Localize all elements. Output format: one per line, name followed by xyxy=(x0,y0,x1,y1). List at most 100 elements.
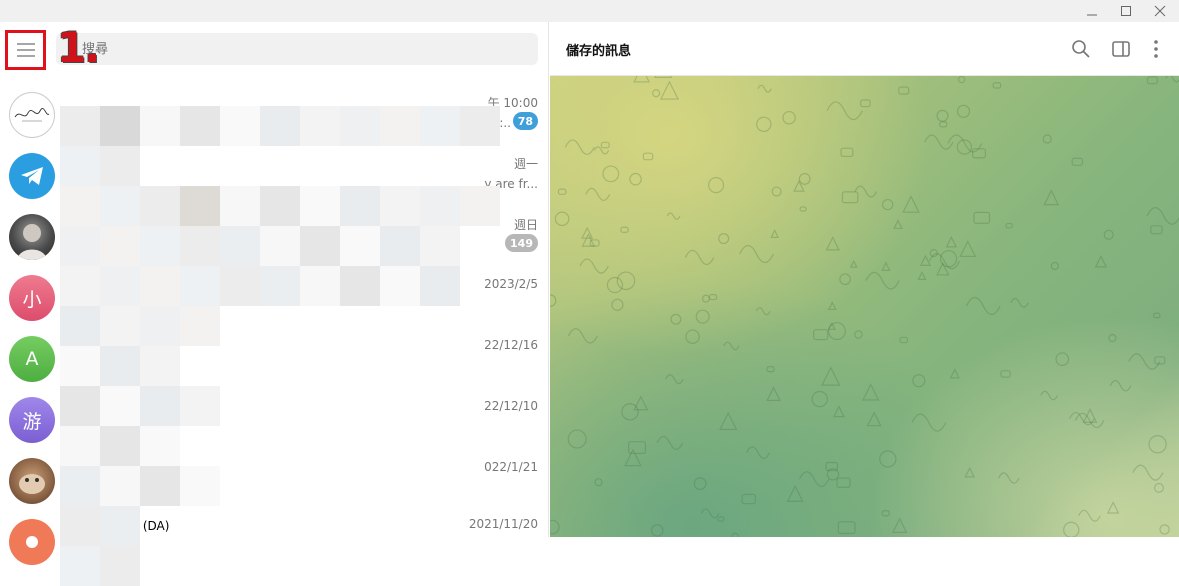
doodle-shape xyxy=(770,229,780,238)
chat-time: 週日 xyxy=(513,218,538,232)
search-input[interactable] xyxy=(56,33,538,65)
redaction-block xyxy=(100,106,140,146)
doodle-shape xyxy=(1078,509,1101,522)
doodle-shape xyxy=(1063,521,1080,537)
redaction-block xyxy=(460,106,500,146)
redaction-block xyxy=(180,306,220,346)
doodle-shape xyxy=(654,76,673,78)
doodle-shape xyxy=(899,336,909,344)
doodle-shape xyxy=(849,259,858,268)
redaction-block xyxy=(220,266,260,306)
redaction-block xyxy=(380,186,420,226)
redaction-block xyxy=(260,266,300,306)
redaction-block xyxy=(140,106,180,146)
doodle-shape xyxy=(666,212,681,220)
doodle-shape xyxy=(1094,254,1108,268)
doodle-shape xyxy=(1010,297,1029,308)
search-button[interactable] xyxy=(1069,37,1093,61)
doodle-shape xyxy=(624,448,642,467)
redaction-block xyxy=(100,386,140,426)
maximize-button[interactable] xyxy=(1109,0,1143,22)
doodle-shape xyxy=(1148,435,1167,454)
avatar-deleted xyxy=(9,519,55,565)
sidebar-toggle-button[interactable] xyxy=(1109,37,1133,61)
step-marker: 1. xyxy=(57,23,100,72)
doodle-shape xyxy=(695,309,710,324)
doodle-shape xyxy=(650,524,664,537)
doodle-shape xyxy=(766,366,775,373)
search-box[interactable] xyxy=(56,33,538,65)
redaction-block xyxy=(140,466,180,506)
redaction-block xyxy=(340,226,380,266)
doodle-shape xyxy=(936,109,949,122)
signature-logo-icon xyxy=(14,108,50,122)
doodle-shape xyxy=(965,296,1001,315)
redaction-block xyxy=(460,186,500,226)
redaction-block xyxy=(260,186,300,226)
avatar-letter: 游 xyxy=(9,397,55,443)
redaction-block xyxy=(100,266,140,306)
doodle-shape xyxy=(898,86,910,95)
close-button[interactable] xyxy=(1143,0,1177,22)
doodle-shape xyxy=(798,172,811,185)
doodle-shape xyxy=(825,236,840,251)
redaction-block xyxy=(420,106,460,146)
doodle-shape xyxy=(998,472,1020,484)
more-button[interactable] xyxy=(1144,37,1168,61)
doodle-shape xyxy=(567,328,598,344)
doodle-shape xyxy=(718,233,730,245)
doodle-shape xyxy=(739,245,774,264)
doodle-shape xyxy=(939,121,948,128)
doodle-shape xyxy=(579,258,609,274)
doodle-shape xyxy=(799,206,807,212)
doodle-shape xyxy=(567,429,587,449)
animal-photo-icon xyxy=(19,474,45,494)
redaction-block xyxy=(420,266,460,306)
doodle-shape xyxy=(1146,76,1158,85)
conversation-header: 儲存的訊息 xyxy=(550,22,1179,76)
doodle-shape xyxy=(620,226,629,233)
redaction-block xyxy=(180,266,220,306)
minimize-icon xyxy=(1087,14,1097,16)
doodle-shape xyxy=(700,508,720,519)
doodle-shape xyxy=(1042,134,1052,144)
redaction-block xyxy=(140,226,180,266)
main-menu-button[interactable] xyxy=(5,30,46,70)
doodle-shape xyxy=(893,219,903,229)
doodle-shape xyxy=(684,249,715,266)
doodle-shape xyxy=(606,276,624,294)
doodle-shape xyxy=(756,116,772,133)
redaction-block xyxy=(140,266,180,306)
doodle-shape xyxy=(564,139,595,156)
doodle-shape xyxy=(959,240,977,258)
redaction-block xyxy=(180,106,220,146)
doodle-shape xyxy=(616,271,636,291)
doodle-shape xyxy=(793,180,805,192)
doodle-shape xyxy=(836,477,851,488)
more-vertical-icon xyxy=(1154,40,1158,58)
close-icon xyxy=(1154,5,1166,17)
redaction-block xyxy=(60,266,100,306)
doodle-shape xyxy=(1150,225,1163,235)
redaction-block xyxy=(60,146,100,186)
doodle-shape xyxy=(723,341,740,351)
minimize-button[interactable] xyxy=(1075,0,1109,22)
doodle-shape xyxy=(741,493,756,505)
redaction-block xyxy=(220,226,260,266)
doodle-shape xyxy=(656,435,684,450)
doodle-shape xyxy=(628,441,647,455)
doodle-shape xyxy=(956,104,971,118)
doodle-shape xyxy=(766,386,781,402)
redaction-block xyxy=(300,266,340,306)
redacted-area xyxy=(60,84,500,586)
doodle-shape xyxy=(811,390,828,408)
doodle-shape xyxy=(973,211,991,224)
redaction-block xyxy=(60,506,100,546)
redaction-block xyxy=(340,106,380,146)
doodle-shape xyxy=(652,89,661,98)
doodle-shape xyxy=(629,172,642,186)
doodle-shape xyxy=(992,82,1002,89)
redaction-block xyxy=(260,106,300,146)
page-title: 儲存的訊息 xyxy=(566,44,632,59)
redaction-block xyxy=(140,306,180,346)
